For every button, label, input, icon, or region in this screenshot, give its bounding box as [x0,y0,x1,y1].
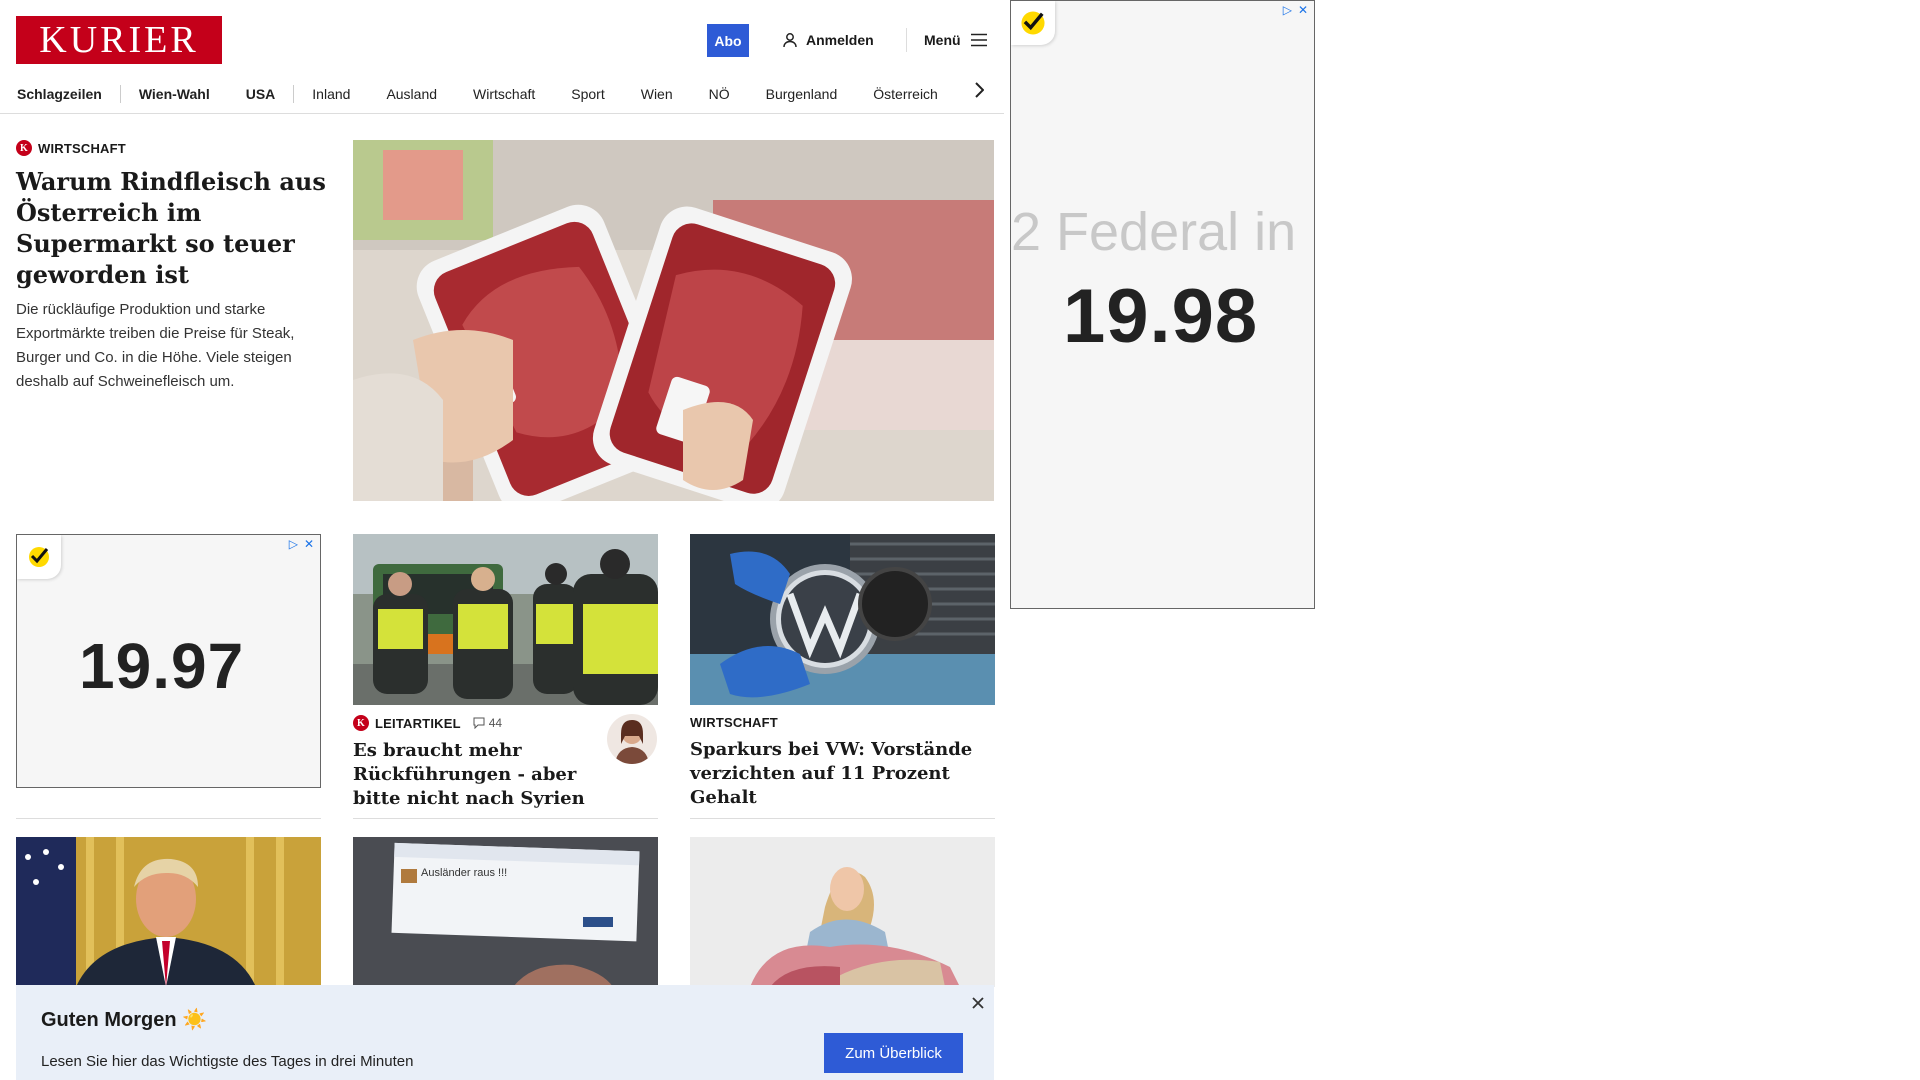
lead-kicker: K WIRTSCHAFT [16,140,326,156]
chevron-right-icon [975,82,984,98]
kurier-plus-icon: K [353,715,369,731]
row-divider [690,818,995,819]
lead-kicker-label: WIRTSCHAFT [38,140,126,156]
nav-item-schlagzeilen[interactable]: Schlagzeilen [16,86,120,102]
comment-icon [473,717,485,729]
login-button[interactable]: Anmelden [782,28,874,52]
overview-button[interactable]: Zum Überblick [824,1033,963,1073]
article-card-leitartikel[interactable]: K LEITARTIKEL 44 Es braucht mehr Rückfüh… [353,534,658,811]
header-divider [906,28,907,52]
ad-close-icon[interactable]: ✕ [304,537,314,551]
nav-item-wien-wahl[interactable]: Wien-Wahl [121,86,228,102]
ad-choices-icon[interactable]: ▷ [1283,3,1292,17]
nav-divider-line [0,113,1004,114]
banner-title: Guten Morgen ☀️ [41,1009,208,1031]
nav-item-wien[interactable]: Wien [623,86,691,102]
checkmark-badge-icon [17,535,61,579]
card-kicker: WIRTSCHAFT [690,715,778,730]
card-kicker: K LEITARTIKEL [353,715,461,731]
card-kicker-label: LEITARTIKEL [375,715,461,731]
lead-teaser: Die rückläufige Produktion und starke Ex… [16,301,295,390]
nav-item-oesterreich[interactable]: Österreich [855,86,956,102]
user-icon [783,33,797,48]
logo-text: KURIER [39,19,199,61]
author-avatar [607,714,657,764]
nav-scroll-right-button[interactable] [968,78,990,102]
nav-item-burgenland[interactable]: Burgenland [748,86,856,102]
nav-item-ausland[interactable]: Ausland [368,86,455,102]
card-headline[interactable]: Sparkurs bei VW: Vorstände verzichten au… [690,738,995,810]
banner-subtitle: Lesen Sie hier das Wichtigste des Tages … [41,1053,414,1070]
hamburger-icon [970,33,987,47]
card-headline[interactable]: Es braucht mehr Rückführungen - aber bit… [353,739,593,811]
section-nav: Schlagzeilen Wien-Wahl USA Inland Auslan… [16,78,990,110]
close-icon [972,997,984,1009]
morning-briefing-banner: Guten Morgen ☀️ Lesen Sie hier das Wicht… [16,985,994,1080]
post-text: Ausländer raus !!! [421,867,508,879]
nav-item-wirtschaft[interactable]: Wirtschaft [455,86,553,102]
article-card-vw[interactable]: WIRTSCHAFT Sparkurs bei VW: Vorstände ve… [690,534,995,810]
lead-article[interactable]: K WIRTSCHAFT Warum Rindfleisch aus Öster… [16,140,326,394]
card-kicker-label: WIRTSCHAFT [690,715,778,730]
card-image-vw-logo[interactable] [690,534,995,705]
checkmark-badge-icon [1011,1,1055,45]
menu-button[interactable]: Menü [924,28,987,52]
kurier-logo[interactable]: KURIER [16,16,222,64]
card-image-police[interactable] [353,534,658,705]
card-meta: WIRTSCHAFT [690,715,995,730]
ad-close-icon[interactable]: ✕ [1298,3,1308,17]
menu-label: Menü [924,32,961,48]
nav-item-inland[interactable]: Inland [294,86,368,102]
article-card-textiles[interactable] [690,837,995,987]
ad-controls[interactable]: ▷ ✕ [1283,3,1308,17]
lead-image-meat-packages[interactable] [353,140,994,501]
nav-item-sport[interactable]: Sport [553,86,622,102]
login-label: Anmelden [806,32,874,48]
abo-button[interactable]: Abo [707,24,749,57]
ad-number: 19.97 [79,630,245,702]
row-divider [16,818,321,819]
ad-ticker-text: 2 Federal in [1011,202,1297,262]
nav-item-noe[interactable]: NÖ [691,86,748,102]
nav-item-usa[interactable]: USA [228,86,294,102]
lead-headline[interactable]: Warum Rindfleisch aus Österreich im Supe… [16,166,326,290]
banner-close-button[interactable] [968,993,988,1013]
ad-controls[interactable]: ▷ ✕ [289,537,314,551]
article-card-trump[interactable] [16,837,321,987]
article-card-social-post[interactable]: Ausländer raus !!! [353,837,658,987]
ad-number: 19.98 [1063,274,1259,359]
ad-square[interactable]: ▷ ✕ 19.97 [16,534,321,788]
comment-count[interactable]: 44 [473,716,502,730]
ad-choices-icon[interactable]: ▷ [289,537,298,551]
ad-skyscraper[interactable]: ▷ ✕ 2 Federal in 19.98 [1010,0,1315,609]
comment-count-value: 44 [488,716,503,730]
kurier-plus-icon: K [16,140,32,156]
row-divider [353,818,658,819]
